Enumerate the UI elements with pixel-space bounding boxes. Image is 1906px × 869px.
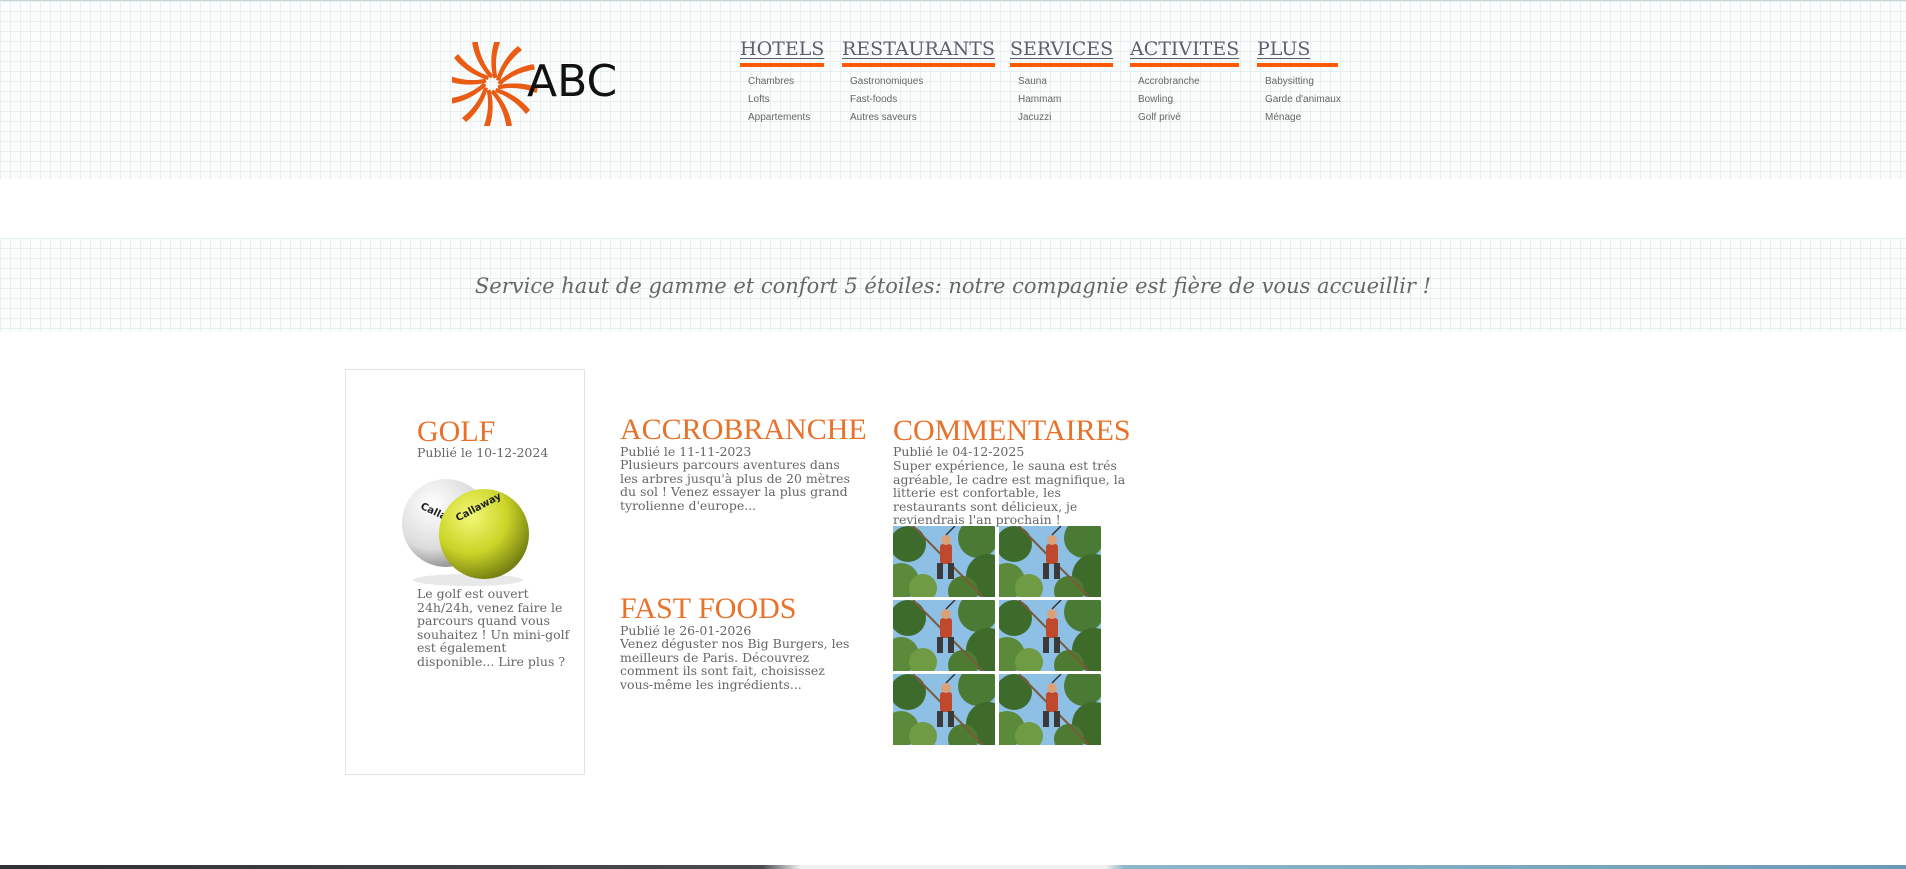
nav-item-babysitting[interactable]: Babysitting — [1265, 73, 1341, 91]
golf-text-line: Le golf est ouvert — [417, 586, 529, 601]
nav-title-activites[interactable]: ACTIVITES — [1130, 38, 1240, 67]
gallery-thumb[interactable] — [893, 526, 995, 597]
fastfoods-text-line: vous-même les ingrédients... — [620, 676, 802, 692]
fastfoods-title[interactable]: FAST FOODS — [620, 593, 796, 625]
gallery-thumb[interactable] — [999, 526, 1101, 597]
gallery-thumb[interactable] — [893, 674, 995, 745]
gallery-thumb[interactable] — [893, 600, 995, 671]
golf-text-line: souhaitez ! Un mini-golf — [417, 626, 570, 642]
commentaires-text-line: Super expérience, le sauna est trés — [893, 458, 1117, 473]
accrobranche-text-line: Plusieurs parcours aventures dans — [620, 457, 840, 472]
golf-balls-image: Callaway Callaway — [402, 479, 529, 586]
treetop-adventure-photo-icon — [999, 600, 1101, 671]
fastfoods-text-line: comment ils sont fait, choisissez — [620, 663, 825, 678]
accrobranche-title[interactable]: ACCROBRANCHE — [620, 414, 867, 446]
nav-title-restaurants[interactable]: RESTAURANTS — [842, 38, 995, 67]
golf-text: Le golf est ouvert 24h/24h, venez faire … — [417, 587, 577, 668]
fastfoods-text-line: meilleurs de Paris. Découvrez — [620, 649, 810, 665]
nav-item-autres-saveurs[interactable]: Autres saveurs — [850, 109, 995, 127]
golf-text-line: 24h/24h, venez faire le — [417, 599, 563, 615]
nav-item-fast-foods[interactable]: Fast-foods — [850, 91, 995, 109]
nav-restaurants: RESTAURANTS Gastronomiques Fast-foods Au… — [842, 38, 995, 127]
treetop-adventure-photo-icon — [999, 674, 1101, 745]
nav-item-garde-animaux[interactable]: Garde d'animaux — [1265, 91, 1341, 109]
treetop-adventure-photo-icon — [999, 526, 1101, 597]
nav-activites: ACTIVITES Accrobranche Bowling Golf priv… — [1130, 38, 1240, 127]
fastfoods-text-line: Venez déguster nos Big Burgers, les — [620, 636, 850, 651]
treetop-adventure-photo-icon — [893, 674, 995, 745]
commentaires-date: Publié le 04-12-2025 — [893, 444, 1025, 459]
nav-item-sauna[interactable]: Sauna — [1018, 73, 1113, 91]
nav-title-hotels[interactable]: HOTELS — [740, 38, 825, 67]
nav-item-accrobranche[interactable]: Accrobranche — [1138, 73, 1239, 91]
golf-read-more[interactable]: disponible... Lire plus ? — [417, 654, 577, 669]
logo-text: ABC — [527, 56, 618, 107]
footer-image-strip — [0, 865, 1906, 869]
nav-item-bowling[interactable]: Bowling — [1138, 91, 1239, 109]
accrobranche-text-line: du sol ! Venez essayer la plus grand — [620, 484, 848, 499]
golf-title[interactable]: GOLF — [417, 416, 495, 448]
treetop-adventure-photo-icon — [893, 600, 995, 671]
fastfoods-text: Venez déguster nos Big Burgers, les meil… — [620, 637, 860, 691]
commentaires-text-line: restaurants sont délicieux, je — [893, 498, 1078, 514]
treetop-adventure-photo-icon — [893, 526, 995, 597]
accrobranche-text-line: tyrolienne d'europe... — [620, 497, 757, 513]
nav-title-plus[interactable]: PLUS — [1257, 38, 1339, 67]
commentaires-text-line: litterie est confortable, les — [893, 485, 1061, 500]
commentaires-title[interactable]: COMMENTAIRES — [893, 415, 1131, 447]
golf-text-line: est également — [417, 640, 507, 655]
golf-text-line: parcours quand vous — [417, 613, 550, 628]
accrobranche-text-line: les arbres jusqu'à plus de 20 mètres — [620, 470, 850, 486]
nav-plus: PLUS Babysitting Garde d'animaux Ménage — [1257, 38, 1341, 127]
golf-date: Publié le 10-12-2024 — [417, 445, 549, 460]
commentaires-text-line: agréable, le cadre est magnifique, la — [893, 471, 1126, 487]
nav-item-gastronomiques[interactable]: Gastronomiques — [850, 73, 995, 91]
nav-item-hammam[interactable]: Hammam — [1018, 91, 1113, 109]
gallery-thumb[interactable] — [999, 674, 1101, 745]
gallery-thumb[interactable] — [999, 600, 1101, 671]
nav-item-jacuzzi[interactable]: Jacuzzi — [1018, 109, 1113, 127]
nav-item-appartements[interactable]: Appartements — [748, 109, 824, 127]
tagline: Service haut de gamme et confort 5 étoil… — [474, 274, 1432, 298]
nav-title-services[interactable]: SERVICES — [1010, 38, 1114, 67]
commentaires-text: Super expérience, le sauna est trés agré… — [893, 459, 1143, 527]
nav-services: SERVICES Sauna Hammam Jacuzzi — [1010, 38, 1114, 127]
accrobranche-text: Plusieurs parcours aventures dans les ar… — [620, 458, 860, 512]
nav-item-menage[interactable]: Ménage — [1265, 109, 1341, 127]
nav-item-chambres[interactable]: Chambres — [748, 73, 824, 91]
nav-hotels: HOTELS Chambres Lofts Appartements — [740, 38, 825, 127]
nav-item-lofts[interactable]: Lofts — [748, 91, 824, 109]
commentaires-text-line: reviendrais l'an prochain ! — [893, 512, 1061, 527]
nav-item-golf-prive[interactable]: Golf privé — [1138, 109, 1239, 127]
